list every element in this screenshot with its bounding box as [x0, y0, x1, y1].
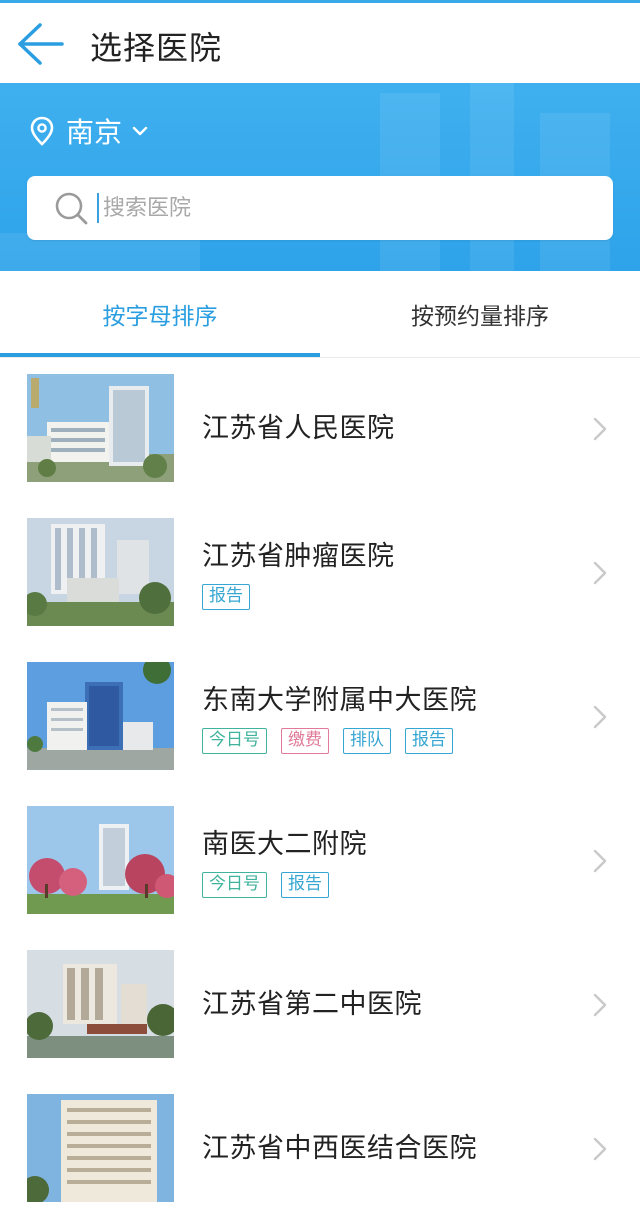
hospital-list-item[interactable]: 南医大二附院 今日号 报告: [0, 790, 640, 934]
hospital-list-item[interactable]: 东南大学附属中大医院 今日号 缴费 排队 报告: [0, 646, 640, 790]
tag-today-number: 今日号: [202, 728, 267, 754]
tab-sort-by-appointments[interactable]: 按预约量排序: [320, 271, 640, 357]
hospital-list-item[interactable]: 江苏省人民医院: [0, 358, 640, 502]
tag-payment: 缴费: [281, 728, 329, 754]
search-bar[interactable]: [27, 176, 613, 240]
tag-report: 报告: [281, 872, 329, 898]
location-search-banner: 南京: [0, 83, 640, 271]
search-icon: [55, 192, 88, 225]
hospital-list-item[interactable]: 江苏省肿瘤医院 报告: [0, 502, 640, 646]
hospital-name: 江苏省人民医院: [202, 413, 395, 444]
tag-report: 报告: [202, 584, 250, 610]
hospital-name: 江苏省肿瘤医院: [202, 541, 395, 572]
tag-queue: 排队: [343, 728, 391, 754]
chevron-right-icon: [593, 993, 607, 1017]
hospital-photo: [27, 374, 174, 482]
hospital-photo: [27, 950, 174, 1058]
chevron-down-icon: [132, 126, 148, 136]
service-tags: 报告: [202, 584, 250, 610]
hospital-photo: [27, 806, 174, 914]
service-tags: 今日号 报告: [202, 872, 329, 898]
tag-today-number: 今日号: [202, 872, 267, 898]
back-button[interactable]: [14, 21, 66, 67]
hospital-list-item[interactable]: 江苏省中西医结合医院: [0, 1078, 640, 1222]
text-cursor: [97, 193, 99, 223]
chevron-right-icon: [593, 705, 607, 729]
hospital-photo: [27, 518, 174, 626]
chevron-right-icon: [593, 1137, 607, 1161]
hospital-list-item[interactable]: 江苏省第二中医院: [0, 934, 640, 1078]
search-input[interactable]: [101, 194, 545, 222]
service-tags: 今日号 缴费 排队 报告: [202, 728, 453, 754]
hospital-photo: [27, 662, 174, 770]
page-title: 选择医院: [90, 29, 223, 67]
chevron-right-icon: [593, 561, 607, 585]
tag-report: 报告: [405, 728, 453, 754]
tab-sort-alphabetical[interactable]: 按字母排序: [0, 271, 320, 357]
city-name: 南京: [66, 116, 123, 149]
chevron-right-icon: [593, 417, 607, 441]
hospital-name: 南医大二附院: [202, 829, 367, 860]
sort-tabs: 按字母排序 按预约量排序: [0, 271, 640, 358]
hospital-name: 江苏省第二中医院: [202, 989, 422, 1020]
hospital-name: 东南大学附属中大医院: [202, 685, 477, 716]
hospital-name: 江苏省中西医结合医院: [202, 1133, 477, 1164]
app-header: 选择医院: [0, 3, 640, 83]
chevron-right-icon: [593, 849, 607, 873]
city-selector[interactable]: 南京: [30, 111, 148, 151]
arrow-left-icon: [18, 23, 64, 65]
hospital-photo: [27, 1094, 174, 1202]
map-pin-icon: [30, 116, 54, 146]
